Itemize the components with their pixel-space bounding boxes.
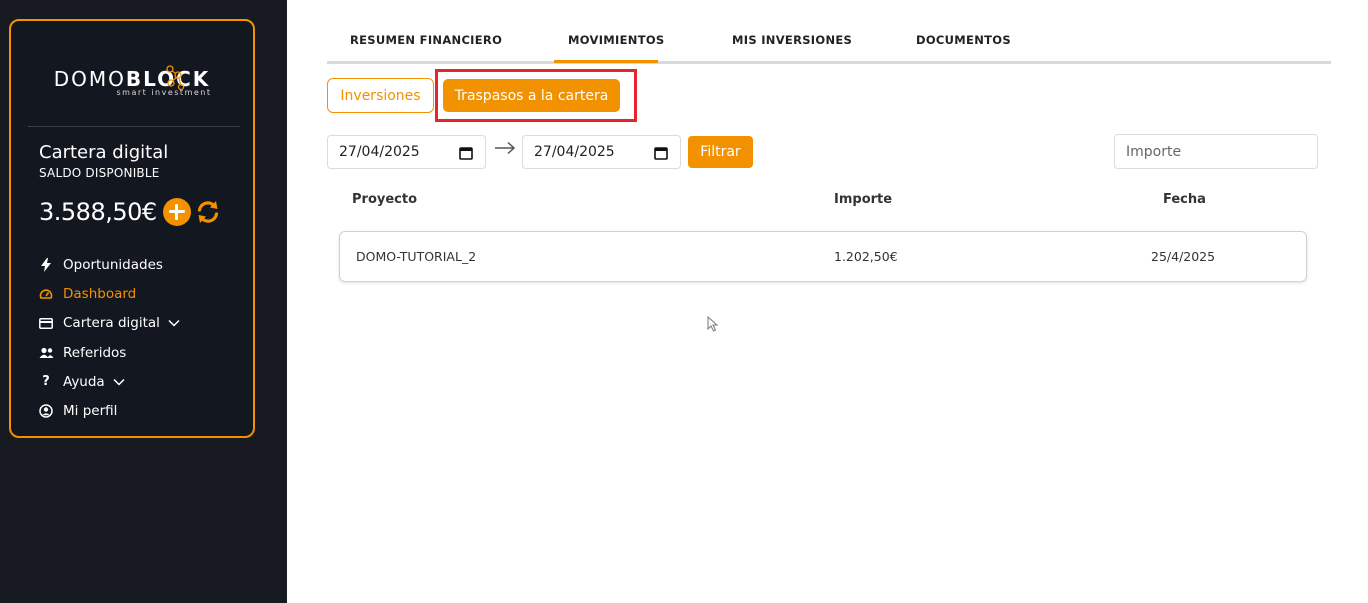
sidebar-item-label: Dashboard (63, 285, 137, 302)
main-tabs: RESUMEN FINANCIERO MOVIMIENTOS MIS INVER… (327, 24, 1331, 64)
inversiones-button[interactable]: Inversiones (327, 78, 434, 113)
add-funds-button[interactable] (162, 198, 191, 226)
sidebar-item-mi-perfil[interactable]: Mi perfil (37, 396, 247, 425)
arrow-right-icon (495, 141, 516, 155)
active-tab-indicator (554, 60, 658, 63)
dashboard-icon (37, 286, 55, 302)
sidebar-item-label: Cartera digital (63, 315, 160, 332)
sidebar-item-oportunidades[interactable]: Oportunidades (37, 250, 247, 279)
sidebar: DOMOBLOCK smart investment Cartera digit… (0, 0, 287, 603)
date-to-input[interactable]: 27/04/2025 (522, 135, 681, 169)
sidebar-item-cartera-digital[interactable]: Cartera digital (37, 309, 247, 338)
calendar-icon[interactable] (459, 146, 473, 160)
brand-name-light: DOMO (53, 67, 126, 91)
sidebar-divider (28, 126, 240, 127)
wallet-balance: 3.588,50€ (39, 198, 157, 226)
amount-filter-input[interactable] (1114, 134, 1318, 169)
app-window: DOMOBLOCK smart investment Cartera digit… (0, 0, 1368, 603)
filter-button[interactable]: Filtrar (688, 136, 753, 168)
wallet-title: Cartera digital (39, 142, 169, 163)
users-icon (37, 345, 55, 361)
question-icon: ? (42, 374, 50, 390)
cell-fecha: 25/4/2025 (1151, 249, 1216, 264)
table-row[interactable]: DOMO-TUTORIAL_2 1.202,50€ 25/4/2025 (339, 231, 1307, 282)
tab-resumen-financiero[interactable]: RESUMEN FINANCIERO (350, 33, 502, 47)
column-header-importe: Importe (834, 192, 893, 207)
sidebar-item-label: Mi perfil (63, 403, 118, 420)
chevron-down-icon[interactable] (168, 319, 180, 327)
column-header-proyecto: Proyecto (352, 192, 418, 207)
calendar-icon[interactable] (654, 146, 668, 160)
date-from-value: 27/04/2025 (339, 144, 420, 160)
user-circle-icon (37, 403, 55, 419)
sidebar-item-label: Oportunidades (63, 256, 163, 273)
tab-movimientos[interactable]: MOVIMIENTOS (568, 33, 665, 47)
sidebar-item-label: Ayuda (63, 373, 105, 390)
brand-tagline: smart investment (116, 88, 212, 97)
date-to-value: 27/04/2025 (534, 144, 615, 160)
date-from-input[interactable]: 27/04/2025 (327, 135, 486, 169)
annotation-highlight-box (435, 69, 637, 122)
card-icon (37, 315, 55, 331)
balance-row: 3.588,50€ (39, 196, 221, 228)
refresh-icon[interactable] (195, 199, 221, 225)
sidebar-item-label: Referidos (63, 344, 127, 361)
cell-proyecto: DOMO-TUTORIAL_2 (356, 249, 477, 264)
sidebar-item-dashboard[interactable]: Dashboard (37, 279, 247, 308)
sidebar-card: DOMOBLOCK smart investment Cartera digit… (9, 19, 255, 438)
cell-importe: 1.202,50€ (834, 249, 898, 264)
tab-mis-inversiones[interactable]: MIS INVERSIONES (732, 33, 852, 47)
column-header-fecha: Fecha (1163, 192, 1206, 207)
sidebar-item-referidos[interactable]: Referidos (37, 338, 247, 367)
bolt-icon (37, 257, 55, 273)
sidebar-nav: Oportunidades Dashboard Cartera digital (37, 250, 247, 426)
wallet-subtitle: SALDO DISPONIBLE (39, 166, 160, 180)
sidebar-item-ayuda[interactable]: ? Ayuda (37, 367, 247, 396)
molecule-icon (166, 65, 185, 91)
chevron-down-icon[interactable] (113, 378, 125, 386)
mouse-cursor-icon (707, 316, 718, 332)
brand-logo[interactable]: DOMOBLOCK smart investment (11, 65, 253, 97)
tab-documentos[interactable]: DOCUMENTOS (916, 33, 1011, 47)
